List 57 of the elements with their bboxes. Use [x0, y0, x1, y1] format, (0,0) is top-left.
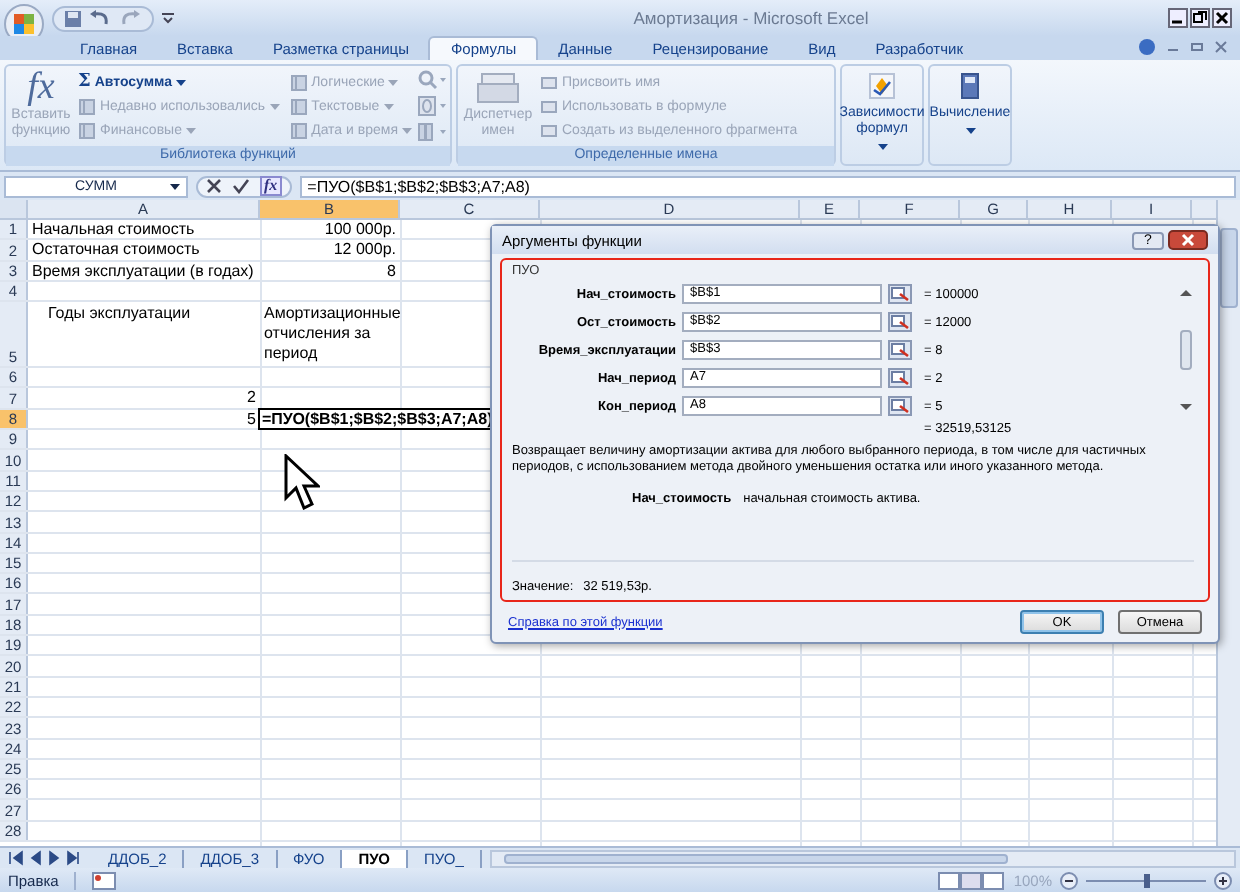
collapse-dialog-icon[interactable] — [888, 340, 912, 360]
view-buttons-icon[interactable] — [937, 871, 1006, 889]
book-icon — [78, 97, 96, 115]
book-icon — [289, 121, 308, 139]
caret-icon — [877, 144, 887, 150]
table-cell-text: 5 — [247, 409, 258, 429]
book-icon — [289, 97, 308, 115]
scroll-down-icon[interactable] — [1177, 402, 1193, 412]
collapse-dialog-icon[interactable] — [888, 396, 912, 416]
horizontal-scrollbar[interactable] — [489, 849, 1236, 867]
table-cell-text: Начальная стоимость — [30, 220, 195, 239]
table-cell-text: 8 — [387, 261, 398, 280]
collapse-dialog-icon[interactable] — [888, 284, 912, 304]
restore-icon[interactable] — [1190, 8, 1210, 28]
scroll-up-icon[interactable] — [1177, 288, 1193, 298]
caret-icon — [176, 79, 187, 85]
caret-icon — [388, 79, 399, 85]
diamond-check-icon — [868, 72, 896, 100]
table-cell-text: Остаточная стоимость — [30, 240, 200, 260]
close-button[interactable] — [1168, 230, 1208, 250]
collapse-dialog-icon[interactable] — [888, 312, 912, 332]
book-icon — [78, 121, 96, 139]
macro-record-icon[interactable] — [92, 871, 117, 889]
window-title: Амортизация - Microsoft Excel — [631, 8, 871, 28]
book-icon — [289, 73, 308, 91]
caret-icon — [185, 127, 196, 133]
customize-caret-icon[interactable] — [162, 12, 174, 24]
scroll-thumb[interactable] — [503, 853, 1009, 863]
table-cell-text: Годы эксплуатации — [46, 302, 193, 327]
undo-icon[interactable] — [88, 9, 112, 27]
table-cell-text: Амортизационные отчисления за период — [262, 302, 403, 367]
cancel-icon[interactable] — [206, 178, 222, 194]
table-cell-text: 100 000р. — [324, 220, 398, 239]
caret-icon — [965, 128, 975, 134]
caret-icon — [269, 103, 280, 109]
slider-thumb[interactable] — [1144, 873, 1150, 887]
zoom-out-icon[interactable] — [1060, 871, 1078, 889]
minimize-icon[interactable] — [1168, 8, 1188, 28]
table-cell-text: 12 000р. — [333, 240, 398, 260]
calculator-icon — [956, 72, 984, 100]
collapse-dialog-icon[interactable] — [888, 368, 912, 388]
checkmark-icon[interactable] — [232, 178, 250, 194]
insert-function-button[interactable]: fx — [260, 176, 282, 196]
formula-field[interactable]: =ПУО($B$1;$B$2;$B$3;A7;A8) — [299, 175, 1236, 197]
mouse-pointer-icon — [284, 454, 320, 510]
caret-icon — [383, 103, 394, 109]
table-cell-text: Время эксплуатации (в годах) — [30, 261, 254, 280]
scroll-thumb[interactable] — [1220, 228, 1238, 308]
sheet-navigation-icon[interactable] — [8, 850, 80, 866]
zoom-in-icon[interactable] — [1214, 871, 1232, 889]
save-icon[interactable] — [64, 9, 82, 27]
caret-icon — [402, 127, 412, 133]
cards-icon — [474, 70, 522, 106]
scroll-thumb[interactable] — [1179, 330, 1191, 370]
caret-icon — [170, 183, 180, 189]
table-cell-text: 2 — [247, 388, 258, 408]
close-icon[interactable] — [1212, 8, 1232, 28]
